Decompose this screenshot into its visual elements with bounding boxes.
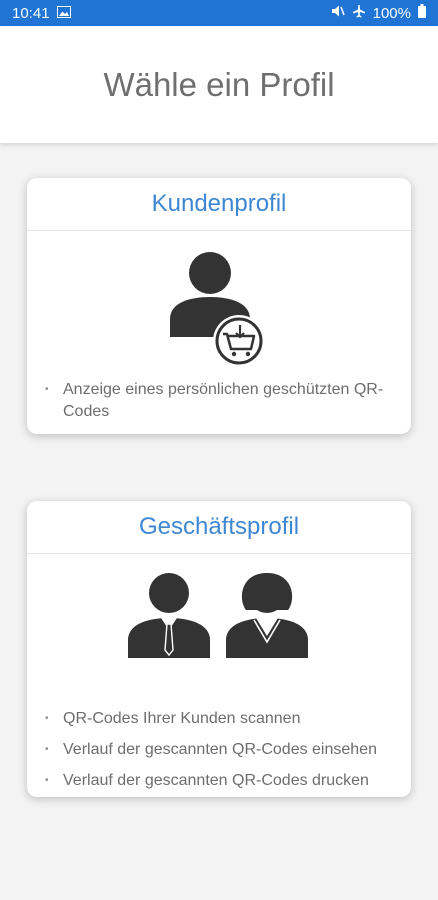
customer-profile-icon-wrap: [27, 247, 411, 367]
business-feature-item: Verlauf der gescannten QR-Codes einsehen: [45, 739, 401, 761]
business-people-icon: [128, 573, 308, 658]
mute-icon: [331, 4, 345, 22]
business-profile-card[interactable]: Geschäftsprofil QR-Codes Ihrer Kunden sc…: [27, 501, 411, 797]
business-profile-icon-wrap: [27, 570, 411, 670]
customer-feature-list: Anzeige eines persönlichen geschützten Q…: [27, 379, 411, 423]
customer-profile-card[interactable]: Kundenprofil Anzeige eines persönlichen …: [27, 178, 411, 434]
business-profile-title: Geschäftsprofil: [27, 501, 411, 554]
status-right: 100%: [331, 4, 426, 22]
status-bar: 10:41 100%: [0, 0, 438, 26]
page-title: Wähle ein Profil: [103, 65, 335, 103]
customer-feature-item: Anzeige eines persönlichen geschützten Q…: [45, 379, 401, 423]
status-time: 10:41: [12, 4, 50, 22]
customer-with-cart-icon: [170, 252, 265, 367]
business-feature-item: QR-Codes Ihrer Kunden scannen: [45, 708, 401, 730]
business-feature-item: Verlauf der gescannten QR-Codes drucken: [45, 770, 401, 792]
customer-profile-title: Kundenprofil: [27, 178, 411, 231]
status-left: 10:41: [12, 5, 71, 22]
business-feature-list: QR-Codes Ihrer Kunden scannen Verlauf de…: [27, 708, 411, 792]
header: Wähle ein Profil: [0, 26, 438, 143]
airplane-mode-icon: [352, 4, 366, 22]
battery-icon: [418, 4, 426, 22]
battery-level-text: 100%: [372, 4, 411, 22]
image-notification-icon: [56, 5, 71, 22]
